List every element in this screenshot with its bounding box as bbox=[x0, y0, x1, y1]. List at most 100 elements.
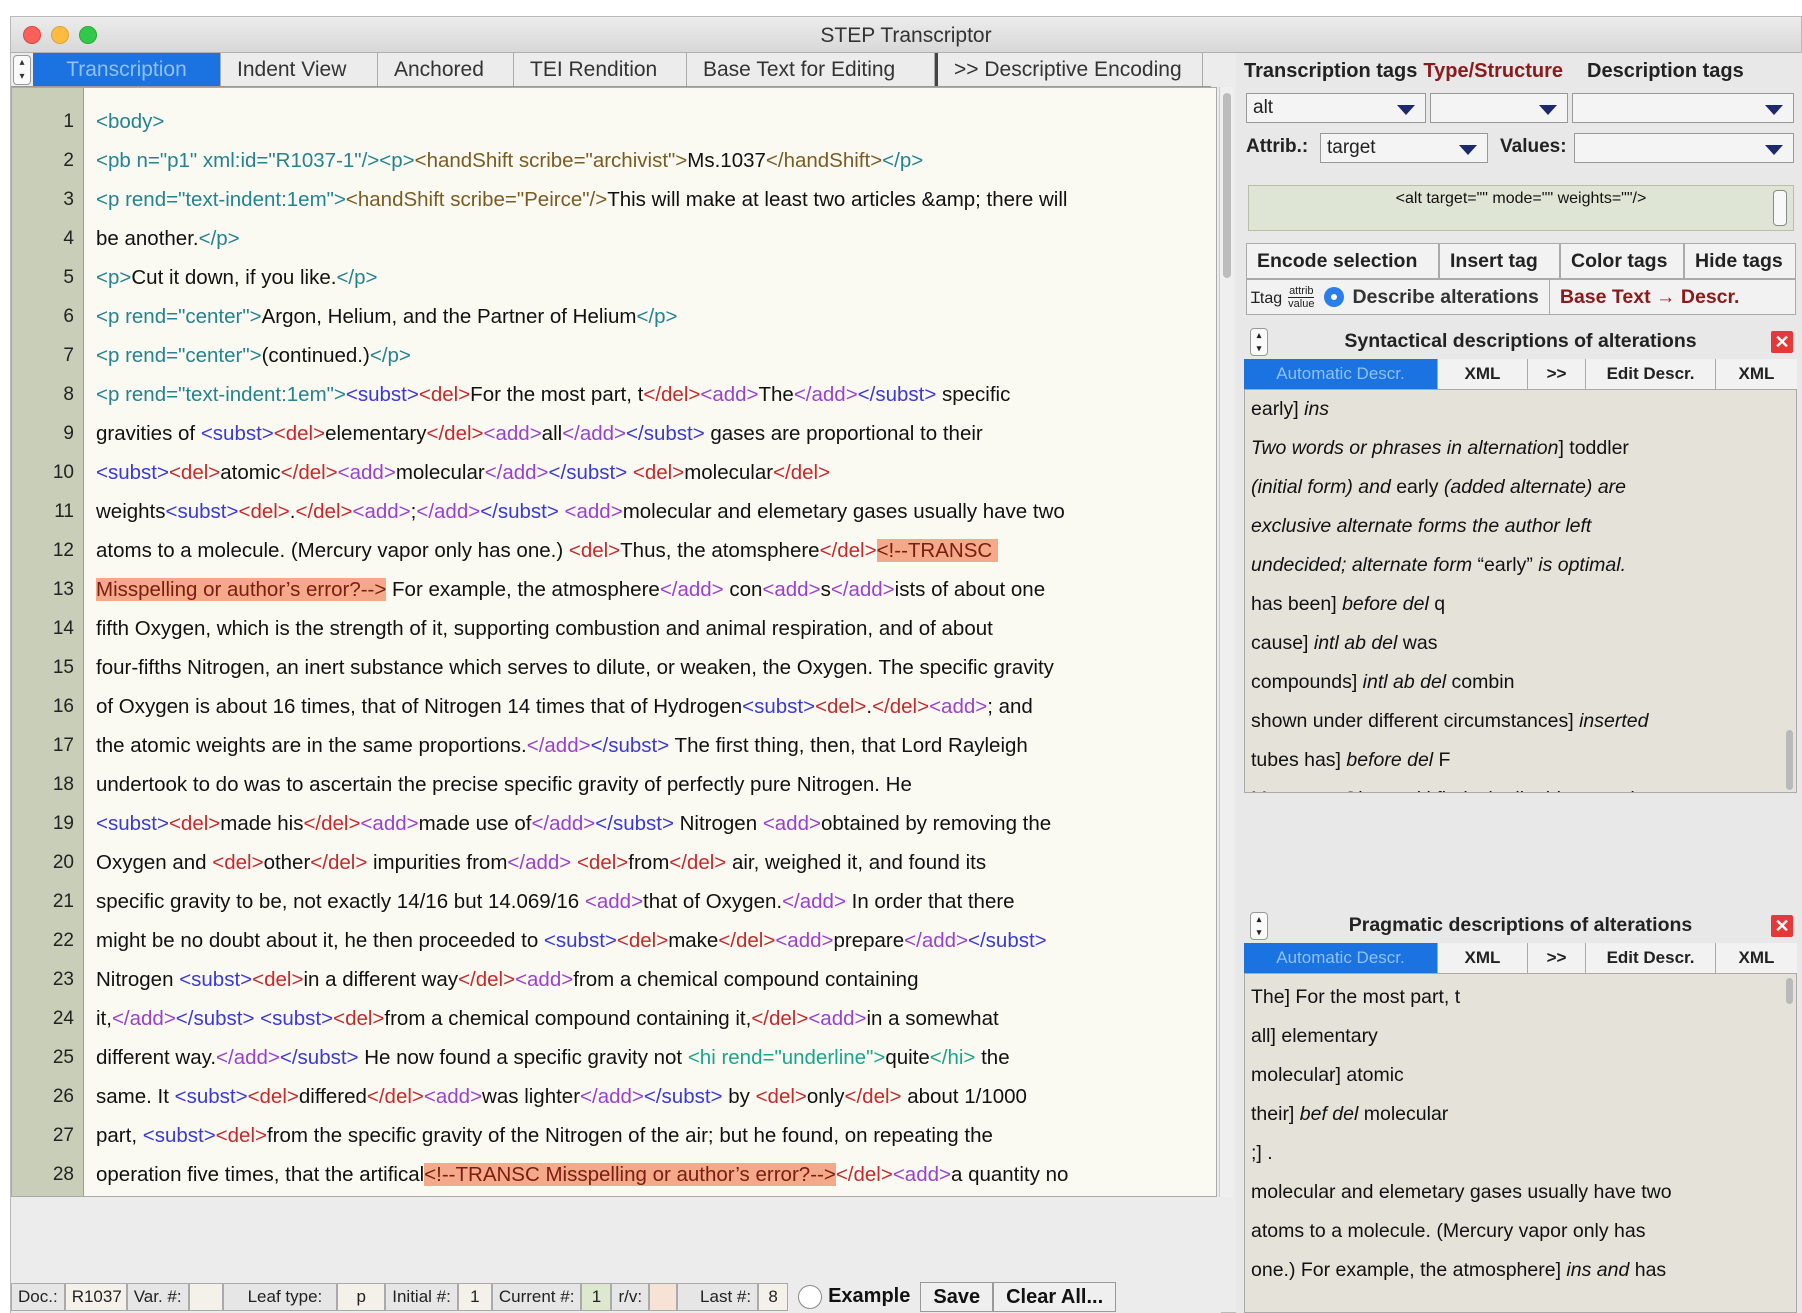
syntactical-scrollbar[interactable] bbox=[1784, 390, 1794, 792]
code-line[interactable]: it,</add></subst> <subst><del>from a che… bbox=[96, 999, 999, 1038]
pragmatic-description-text[interactable]: The] For the most part, t all] elementar… bbox=[1244, 973, 1797, 1313]
tab-transcription[interactable]: Transcription bbox=[33, 53, 221, 86]
tag-preview-stepper-icon[interactable] bbox=[1773, 190, 1787, 226]
tab-indent-view[interactable]: Indent View bbox=[221, 53, 378, 86]
tab-descriptive-encoding[interactable]: >> Descriptive Encoding bbox=[935, 53, 1203, 86]
tag-select-value: alt bbox=[1253, 97, 1274, 118]
tab-stepper-icon[interactable]: ▴ ▾ bbox=[13, 55, 31, 85]
tab-next[interactable]: >> bbox=[1528, 943, 1586, 973]
code-line[interactable]: <p rend="text-indent:1em"><subst><del>Fo… bbox=[96, 375, 1010, 414]
tab-base-text-for-editing[interactable]: Base Text for Editing bbox=[687, 53, 935, 86]
current-label: Current #: bbox=[491, 1283, 582, 1311]
tab-next[interactable]: >> bbox=[1528, 359, 1586, 389]
insert-tag-button[interactable]: Insert tag bbox=[1439, 243, 1560, 279]
tab-tei-rendition[interactable]: TEI Rendition bbox=[514, 53, 687, 86]
attrib-select[interactable]: target bbox=[1320, 133, 1488, 163]
chevron-down-icon bbox=[1539, 105, 1557, 115]
code-line[interactable]: <p rend="text-indent:1em"><handShift scr… bbox=[96, 180, 1067, 219]
tab-xml[interactable]: XML bbox=[1438, 359, 1528, 389]
tag-panel: Transcription tags Type/Structure Descri… bbox=[1236, 53, 1802, 1313]
base-text-to-descr-button[interactable]: Base Text → Descr. bbox=[1560, 286, 1740, 309]
code-line[interactable]: the atomic weights are in the same propo… bbox=[96, 726, 1028, 765]
code-line[interactable]: Nitrogen <subst><del>in a different way<… bbox=[96, 960, 919, 999]
type-structure-heading[interactable]: Type/Structure bbox=[1423, 60, 1563, 83]
code-line[interactable]: atoms to a molecule. (Mercury vapor only… bbox=[96, 531, 998, 570]
code-line[interactable]: <subst><del>atomic</del><add>molecular</… bbox=[96, 453, 830, 492]
tag-cursor-icon[interactable]: Ɪtag bbox=[1251, 286, 1282, 308]
panel-stepper-icon[interactable]: ▴ ▾ bbox=[1250, 328, 1268, 356]
tab-anchored[interactable]: Anchored bbox=[378, 53, 514, 86]
code-line[interactable]: <subst><del>made his</del><add>made use … bbox=[96, 804, 1051, 843]
tab-edit-descr[interactable]: Edit Descr. bbox=[1586, 359, 1716, 389]
code-line[interactable]: fifth Oxygen, which is the strength of i… bbox=[96, 609, 993, 648]
current-field[interactable]: 1 bbox=[581, 1283, 612, 1311]
xml-editor[interactable]: 1 2 3 4 5 6 7 8 9 10 11 12 13 14 15 16 17 18 19 20 21 22 23 24 2… bbox=[11, 87, 1217, 1197]
pragmatic-panel-header: ▴ ▾ Pragmatic descriptions of alterations… bbox=[1244, 907, 1797, 943]
initial-field[interactable]: 1 bbox=[457, 1283, 492, 1311]
code-line[interactable]: Oxygen and <del>other</del> impurities f… bbox=[96, 843, 986, 882]
tab-automatic-descr[interactable]: Automatic Descr. bbox=[1244, 943, 1438, 973]
code-line[interactable]: part, <subst><del>from the specific grav… bbox=[96, 1116, 993, 1155]
chevron-down-icon bbox=[1765, 105, 1783, 115]
tag-select[interactable]: alt bbox=[1246, 93, 1426, 123]
code-line[interactable]: <p rend="center">(continued.)</p> bbox=[96, 336, 411, 375]
tab-edit-xml[interactable]: XML bbox=[1716, 359, 1797, 389]
code-line[interactable]: <p rend="center">Argon, Helium, and the … bbox=[96, 297, 678, 336]
panel-stepper-icon[interactable]: ▴ ▾ bbox=[1250, 912, 1268, 940]
close-icon[interactable]: ✕ bbox=[1771, 915, 1793, 937]
tab-edit-xml[interactable]: XML bbox=[1716, 943, 1797, 973]
clear-all-button[interactable]: Clear All... bbox=[993, 1282, 1117, 1312]
code-line[interactable]: <pb n="p1" xml:id="R1037-1"/><p><handShi… bbox=[96, 141, 923, 180]
code-line[interactable]: weights<subst><del>.</del><add>;</add></… bbox=[96, 492, 1065, 531]
leaf-type-field[interactable]: p bbox=[337, 1283, 386, 1311]
close-icon[interactable]: ✕ bbox=[1771, 331, 1793, 353]
app-window: STEP Transcriptor ▴ ▾ Transcription Inden… bbox=[10, 16, 1802, 1313]
code-line[interactable]: specific gravity to be, not exactly 14/1… bbox=[96, 882, 1015, 921]
syntactical-description-text[interactable]: early] ins Two words or phrases in alter… bbox=[1244, 389, 1797, 793]
code-line[interactable]: greater than the<!--TRANSC missing word?… bbox=[96, 1194, 1059, 1196]
code-line[interactable]: of Oxygen is about 16 times, that of Nit… bbox=[96, 687, 1033, 726]
values-select[interactable] bbox=[1574, 133, 1794, 163]
syntactical-panel-header: ▴ ▾ Syntactical descriptions of alteratio… bbox=[1244, 323, 1797, 359]
description-select[interactable] bbox=[1572, 93, 1794, 123]
code-line[interactable]: four-fifths Nitrogen, an inert substance… bbox=[96, 648, 1054, 687]
color-tags-button[interactable]: Color tags bbox=[1560, 243, 1684, 279]
editor-scroll-thumb[interactable] bbox=[1223, 93, 1231, 278]
code-line[interactable]: Misspelling or author’s error?--> For ex… bbox=[96, 570, 1045, 609]
code-line[interactable]: <p>Cut it down, if you like.</p> bbox=[96, 258, 378, 297]
tab-edit-descr[interactable]: Edit Descr. bbox=[1586, 943, 1716, 973]
code-line[interactable]: <body> bbox=[96, 102, 164, 141]
editor-scrollbar[interactable] bbox=[1219, 87, 1233, 1197]
attrib-value-icon[interactable]: attrib value bbox=[1288, 285, 1315, 310]
tab-xml[interactable]: XML bbox=[1438, 943, 1528, 973]
last-label: Last #: bbox=[677, 1283, 759, 1311]
describe-alterations-label[interactable]: Describe alterations bbox=[1352, 286, 1538, 309]
last-field[interactable]: 8 bbox=[758, 1283, 789, 1311]
code-line[interactable]: be another.</p> bbox=[96, 219, 240, 258]
tab-automatic-descr[interactable]: Automatic Descr. bbox=[1244, 359, 1438, 389]
describe-alterations-radio[interactable] bbox=[1324, 287, 1345, 307]
rv-field[interactable] bbox=[649, 1283, 678, 1311]
encode-selection-button[interactable]: Encode selection bbox=[1246, 243, 1439, 279]
initial-label: Initial #: bbox=[385, 1283, 458, 1311]
tag-preview[interactable]: <alt target="" mode="" weights=""/> bbox=[1248, 185, 1794, 231]
code-line[interactable]: might be no doubt about it, he then proc… bbox=[96, 921, 1047, 960]
code-line[interactable]: undertook to do was to ascertain the pre… bbox=[96, 765, 912, 804]
code-line[interactable]: gravities of <subst><del>elementary</del… bbox=[96, 414, 983, 453]
structure-select[interactable] bbox=[1430, 93, 1568, 123]
describe-options-row: Ɪtag attrib value Describe alterations B… bbox=[1246, 279, 1796, 315]
var-label: Var. #: bbox=[126, 1283, 189, 1311]
code-line[interactable]: same. It <subst><del>differed</del><add>… bbox=[96, 1077, 1027, 1116]
code-line[interactable]: different way.</add></subst> He now foun… bbox=[96, 1038, 1010, 1077]
code-line[interactable]: operation five times, that the artifical… bbox=[96, 1155, 1068, 1194]
example-radio[interactable] bbox=[798, 1285, 823, 1309]
hide-tags-button[interactable]: Hide tags bbox=[1684, 243, 1796, 279]
doc-field[interactable]: R1037 bbox=[64, 1283, 127, 1311]
transcription-tags-heading: Transcription tags bbox=[1244, 59, 1418, 82]
tag-panel-header: Transcription tags Type/Structure Descri… bbox=[1236, 53, 1802, 89]
save-button[interactable]: Save bbox=[920, 1282, 994, 1312]
example-label[interactable]: Example bbox=[828, 1282, 920, 1312]
pragmatic-scrollbar[interactable] bbox=[1784, 974, 1794, 1312]
rv-label: r/v: bbox=[611, 1283, 650, 1311]
var-field[interactable] bbox=[188, 1283, 223, 1311]
